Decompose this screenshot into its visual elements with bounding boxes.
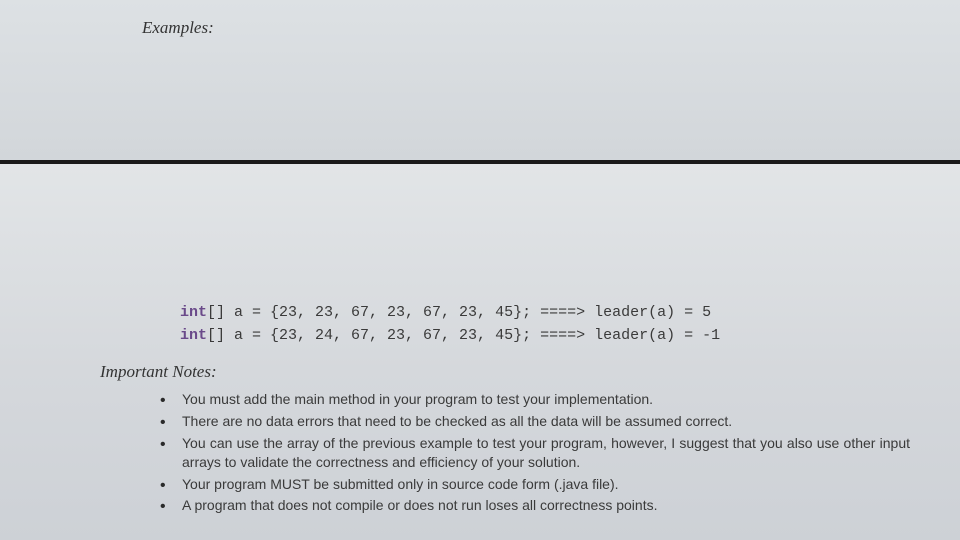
code-line-2: int[] a = {23, 24, 67, 23, 67, 23, 45}; … [180, 327, 920, 344]
notes-list: You must add the main method in your pro… [160, 390, 910, 515]
list-item: You can use the array of the previous ex… [160, 434, 910, 472]
code-line-1: int[] a = {23, 23, 67, 23, 67, 23, 45}; … [180, 304, 920, 321]
list-item: You must add the main method in your pro… [160, 390, 910, 409]
code-rest-1: [] a = {23, 23, 67, 23, 67, 23, 45}; ===… [207, 304, 711, 321]
top-section: Examples: [0, 0, 960, 160]
code-keyword-1: int [180, 304, 207, 321]
list-item: A program that does not compile or does … [160, 496, 910, 515]
code-rest-2: [] a = {23, 24, 67, 23, 67, 23, 45}; ===… [207, 327, 720, 344]
list-item: There are no data errors that need to be… [160, 412, 910, 431]
important-notes-heading: Important Notes: [100, 362, 920, 382]
list-item: Your program MUST be submitted only in s… [160, 475, 910, 494]
code-keyword-2: int [180, 327, 207, 344]
bottom-section: int[] a = {23, 23, 67, 23, 67, 23, 45}; … [0, 164, 960, 540]
examples-heading: Examples: [142, 18, 960, 38]
